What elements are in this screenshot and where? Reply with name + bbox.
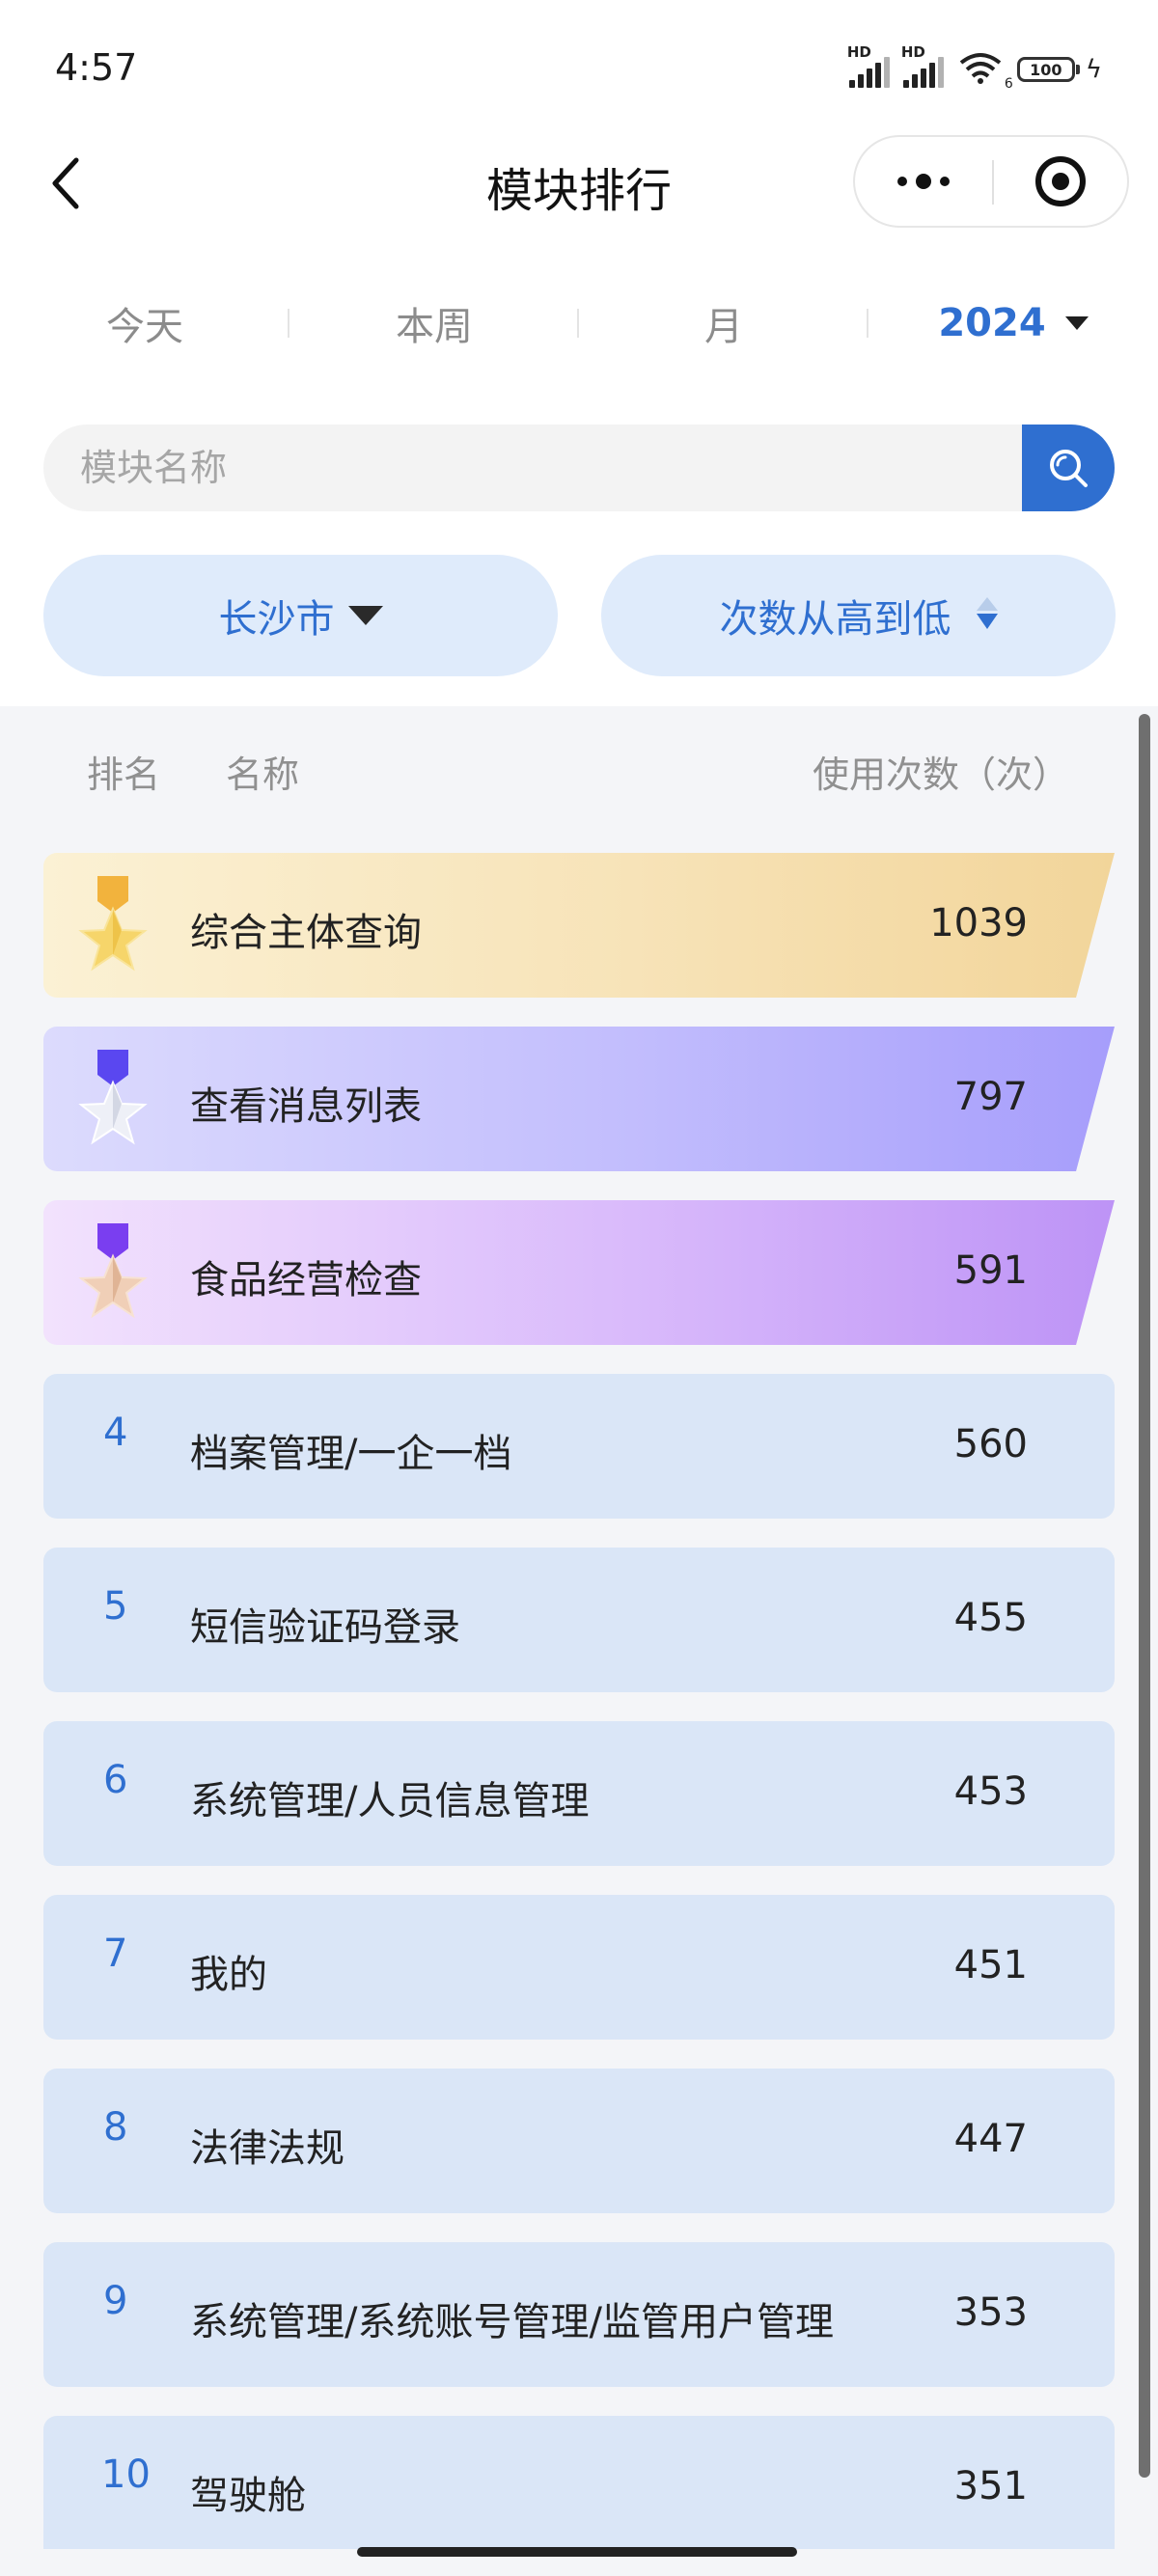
row-name: 档案管理/一企一档 (190, 1432, 512, 1476)
silver-medal-icon (78, 1050, 148, 1145)
ranking-panel: 排名 名称 使用次数（次） 综合主体查询 1039 查看消息列表 797 食品经… (0, 706, 1158, 2576)
caret-down-icon (1064, 316, 1089, 330)
row-name: 驾驶舱 (190, 2474, 306, 2518)
row-rank: 8 (103, 2105, 128, 2150)
search-bar (43, 425, 1115, 511)
city-filter[interactable]: 长沙市 (43, 555, 558, 676)
more-dots-icon (897, 177, 907, 186)
triangle-down-icon (347, 606, 383, 625)
scrollbar[interactable] (1139, 714, 1150, 2478)
table-row[interactable]: 9 系统管理/系统账号管理/监管用户管理 353 (43, 2242, 1115, 2387)
row-rank: 5 (103, 1584, 128, 1629)
charging-icon: ϟ (1085, 55, 1102, 84)
tab-week[interactable]: 本周 (290, 280, 579, 367)
tab-year-select[interactable]: 2024 (868, 280, 1158, 367)
battery-icon: 100 ϟ (1016, 55, 1102, 84)
battery-level: 100 (1016, 57, 1075, 82)
search-icon (1050, 450, 1088, 487)
bronze-medal-icon (78, 1223, 148, 1319)
period-tabs: 今天 本周 月 2024 (0, 280, 1158, 367)
row-rank: 6 (103, 1758, 128, 1802)
search-button[interactable] (1022, 425, 1115, 511)
close-button[interactable] (994, 137, 1127, 226)
wifi-icon: 6 (957, 51, 1013, 92)
row-name: 系统管理/人员信息管理 (190, 1779, 590, 1823)
row-count: 353 (953, 2290, 1028, 2335)
row-count: 455 (953, 1596, 1028, 1640)
table-row[interactable]: 4 档案管理/一企一档 560 (43, 1374, 1115, 1519)
table-row[interactable]: 10 驾驶舱 351 (43, 2416, 1115, 2549)
row-name: 短信验证码登录 (190, 1605, 460, 1650)
home-indicator[interactable] (357, 2547, 797, 2557)
row-rank: 4 (103, 1411, 128, 1455)
table-row[interactable]: 6 系统管理/人员信息管理 453 (43, 1721, 1115, 1866)
table-row[interactable]: 7 我的 451 (43, 1895, 1115, 2040)
cellular-signal-icon: HD (847, 43, 890, 88)
wifi-badge: 6 (1004, 76, 1013, 92)
signal-hd-label: HD (900, 43, 925, 61)
target-close-icon (1035, 156, 1086, 206)
sort-icon (976, 597, 998, 634)
mini-program-capsule (853, 135, 1129, 228)
row-name: 我的 (190, 1953, 267, 1997)
row-count: 453 (953, 1769, 1028, 1814)
table-row[interactable]: 查看消息列表 797 (43, 1027, 1115, 1171)
table-row[interactable]: 食品经营检查 591 (43, 1200, 1115, 1345)
cellular-signal-icon: HD (901, 43, 944, 88)
status-icons: HD HD 6 100 ϟ (847, 43, 1102, 92)
row-count: 1039 (929, 901, 1028, 945)
table-row[interactable]: 综合主体查询 1039 (43, 853, 1115, 998)
table-header: 排名 名称 使用次数（次） (0, 735, 1119, 803)
row-rank: 9 (103, 2279, 128, 2323)
header-name: 名称 (226, 754, 300, 796)
row-name: 综合主体查询 (190, 911, 422, 955)
more-button[interactable] (855, 137, 992, 226)
table-row[interactable]: 8 法律法规 447 (43, 2069, 1115, 2213)
row-count: 451 (953, 1943, 1028, 1987)
row-count: 447 (953, 2117, 1028, 2161)
status-time: 4:57 (55, 46, 138, 89)
nav-bar: 模块排行 (0, 135, 1158, 232)
gold-medal-icon (78, 876, 148, 972)
tab-today[interactable]: 今天 (0, 280, 290, 367)
row-name: 系统管理/系统账号管理/监管用户管理 (190, 2300, 834, 2344)
sort-filter[interactable]: 次数从高到低 (601, 555, 1116, 676)
table-row[interactable]: 5 短信验证码登录 455 (43, 1548, 1115, 1692)
header-rank: 排名 (87, 754, 161, 796)
row-name: 食品经营检查 (190, 1258, 422, 1302)
signal-hd-label: HD (846, 43, 871, 61)
row-count: 797 (953, 1075, 1028, 1119)
row-name: 法律法规 (190, 2126, 345, 2171)
row-count: 351 (953, 2464, 1028, 2508)
status-bar: 4:57 HD HD 6 100 ϟ (0, 0, 1158, 135)
search-input[interactable] (43, 425, 1022, 511)
city-filter-label: 长沙市 (218, 597, 335, 642)
sort-filter-label: 次数从高到低 (719, 597, 951, 642)
tab-month[interactable]: 月 (579, 280, 868, 367)
header-count: 使用次数（次） (812, 754, 1069, 796)
row-rank: 7 (103, 1932, 128, 1976)
row-rank: 10 (101, 2453, 151, 2497)
row-count: 560 (953, 1422, 1028, 1466)
row-count: 591 (953, 1248, 1028, 1293)
row-name: 查看消息列表 (190, 1084, 422, 1129)
